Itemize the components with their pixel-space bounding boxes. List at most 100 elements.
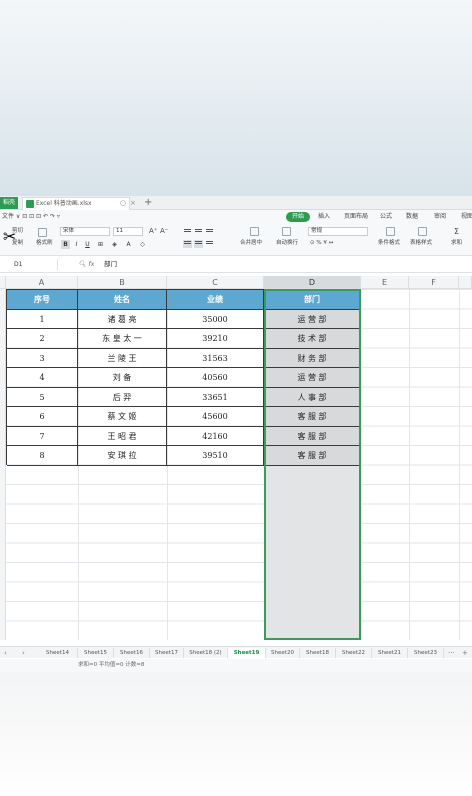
new-tab-button[interactable]: + xyxy=(144,196,152,209)
cell-performance[interactable]: 39510 xyxy=(167,446,264,466)
cell-index[interactable]: 4 xyxy=(7,368,78,388)
menu-tab-data[interactable]: 数据 xyxy=(406,212,418,222)
sheet-tab[interactable]: Sheet23 xyxy=(408,648,444,658)
cell-index[interactable]: 5 xyxy=(7,387,78,407)
column-selection-outline xyxy=(264,289,361,640)
header-cell-performance[interactable]: 业绩 xyxy=(167,290,264,310)
cell-index[interactable]: 2 xyxy=(7,329,78,349)
column-header-g[interactable] xyxy=(459,276,472,289)
number-format-select[interactable]: 常规 xyxy=(308,227,368,236)
fill-color-icon[interactable]: ◈ xyxy=(110,240,119,249)
column-header-e[interactable]: E xyxy=(361,276,409,289)
sheet-tab[interactable]: Sheet22 xyxy=(336,648,372,658)
paste-icon[interactable] xyxy=(38,228,47,237)
cell-name[interactable]: 王 昭 君 xyxy=(78,426,167,446)
file-tab[interactable]: Excel 科普动画.xlsx xyxy=(22,197,130,210)
cell-performance[interactable]: 35000 xyxy=(167,309,264,329)
font-name-select[interactable]: 宋体 xyxy=(60,227,110,236)
quick-access-toolbar[interactable]: 文件 ∨ ⊡ ⊡ ⊡ ↶ ↷ ▿ xyxy=(2,212,60,222)
prev-sheet-icon[interactable]: ‹ xyxy=(4,648,7,658)
underline-button[interactable]: U xyxy=(83,240,92,249)
cell-performance[interactable]: 39210 xyxy=(167,329,264,349)
wrap-text-button[interactable]: 自动换行 xyxy=(276,239,298,247)
sheet-tab[interactable]: Sheet16 xyxy=(114,648,150,658)
increase-font-icon[interactable]: A⁺ xyxy=(149,227,157,235)
table-style-button[interactable]: 表格样式 xyxy=(410,239,432,247)
next-sheet-icon[interactable]: › xyxy=(22,648,25,658)
table-style-icon[interactable] xyxy=(418,227,427,236)
cell-name[interactable]: 东 皇 太 一 xyxy=(78,329,167,349)
header-cell-index[interactable]: 序号 xyxy=(7,290,78,310)
font-size-select[interactable]: 11 xyxy=(113,227,143,236)
sum-button[interactable]: 求和 xyxy=(451,239,462,247)
sheet-tab[interactable]: Sheet14 xyxy=(38,648,78,658)
sheet-tab[interactable]: Sheet21 xyxy=(372,648,408,658)
sheet-tab-active[interactable]: Sheet19 xyxy=(228,648,266,658)
column-header-c[interactable]: C xyxy=(167,276,264,289)
sheet-tab[interactable]: Sheet17 xyxy=(150,648,184,658)
sheet-tab[interactable]: Sheet18 (2) xyxy=(184,648,228,658)
align-right-icon[interactable] xyxy=(205,240,214,248)
header-cell-name[interactable]: 姓名 xyxy=(78,290,167,310)
cell-index[interactable]: 8 xyxy=(7,446,78,466)
percent-icon[interactable]: ⊙ % ¥ ↔ xyxy=(310,239,333,247)
tab-close-icon[interactable]: × xyxy=(130,198,136,208)
cell-name[interactable]: 诸 葛 亮 xyxy=(78,309,167,329)
cell-name[interactable]: 蔡 文 姬 xyxy=(78,407,167,427)
column-header-d[interactable]: D xyxy=(264,276,361,289)
tab-pin-icon[interactable]: ○ xyxy=(120,198,126,208)
merge-center-button[interactable]: 合并居中 xyxy=(240,239,262,247)
cell-name[interactable]: 安 琪 拉 xyxy=(78,446,167,466)
conditional-format-icon[interactable] xyxy=(386,227,395,236)
align-top-icon[interactable] xyxy=(183,228,192,236)
align-middle-icon[interactable] xyxy=(194,228,203,236)
conditional-format-button[interactable]: 条件格式 xyxy=(378,239,400,247)
align-bottom-icon[interactable] xyxy=(205,228,214,236)
sheet-tab[interactable]: Sheet18 xyxy=(300,648,336,658)
background-top xyxy=(0,0,472,196)
italic-button[interactable]: I xyxy=(72,240,81,249)
sheet-tab[interactable]: Sheet15 xyxy=(78,648,114,658)
merge-center-icon[interactable] xyxy=(250,227,259,236)
cell-index[interactable]: 6 xyxy=(7,407,78,427)
more-sheets-icon[interactable]: ··· xyxy=(448,648,455,658)
formula-fx-icon[interactable]: 🔍︎ fx xyxy=(78,259,94,270)
cell-name[interactable]: 刘 备 xyxy=(78,368,167,388)
menu-tab-home[interactable]: 开始 xyxy=(286,212,311,222)
wrap-text-icon[interactable] xyxy=(282,227,291,236)
menu-tab-page-layout[interactable]: 页面布局 xyxy=(344,212,368,222)
menu-tab-review[interactable]: 审阅 xyxy=(434,212,446,222)
decrease-font-icon[interactable]: A⁻ xyxy=(160,227,168,235)
background-bottom xyxy=(0,672,472,796)
clear-format-icon[interactable]: ◇ xyxy=(138,240,147,249)
column-header-b[interactable]: B xyxy=(78,276,167,289)
menu-tab-insert[interactable]: 插入 xyxy=(318,212,330,222)
cell-index[interactable]: 1 xyxy=(7,309,78,329)
column-header-a[interactable]: A xyxy=(6,276,78,289)
cell-index[interactable]: 3 xyxy=(7,348,78,368)
border-icon[interactable]: ⊞ xyxy=(96,240,105,249)
cell-performance[interactable]: 31563 xyxy=(167,348,264,368)
sheet-tab[interactable]: Sheet20 xyxy=(266,648,300,658)
app-home-tab[interactable]: 稻壳 xyxy=(0,197,18,209)
align-left-icon[interactable] xyxy=(183,240,192,248)
formula-input[interactable]: 部门 xyxy=(104,259,117,270)
font-color-icon[interactable]: A xyxy=(124,240,133,249)
cell-performance[interactable]: 33651 xyxy=(167,387,264,407)
menu-tab-view[interactable]: 视图 xyxy=(461,212,472,222)
cell-name[interactable]: 后 羿 xyxy=(78,387,167,407)
cell-performance[interactable]: 45600 xyxy=(167,407,264,427)
cell-performance[interactable]: 40560 xyxy=(167,368,264,388)
cell-index[interactable]: 7 xyxy=(7,426,78,446)
bold-button[interactable]: B xyxy=(61,240,70,249)
cell-name[interactable]: 兰 陵 王 xyxy=(78,348,167,368)
name-box[interactable]: D1 xyxy=(0,259,58,270)
copy-button[interactable]: 复制 xyxy=(12,239,23,247)
column-header-f[interactable]: F xyxy=(409,276,459,289)
format-painter-button[interactable]: 格式刷 xyxy=(36,239,53,247)
cell-performance[interactable]: 42160 xyxy=(167,426,264,446)
align-center-icon[interactable] xyxy=(194,240,203,248)
sum-icon[interactable]: Σ xyxy=(454,228,459,236)
menu-tab-formulas[interactable]: 公式 xyxy=(380,212,392,222)
add-sheet-icon[interactable]: + xyxy=(462,648,468,658)
